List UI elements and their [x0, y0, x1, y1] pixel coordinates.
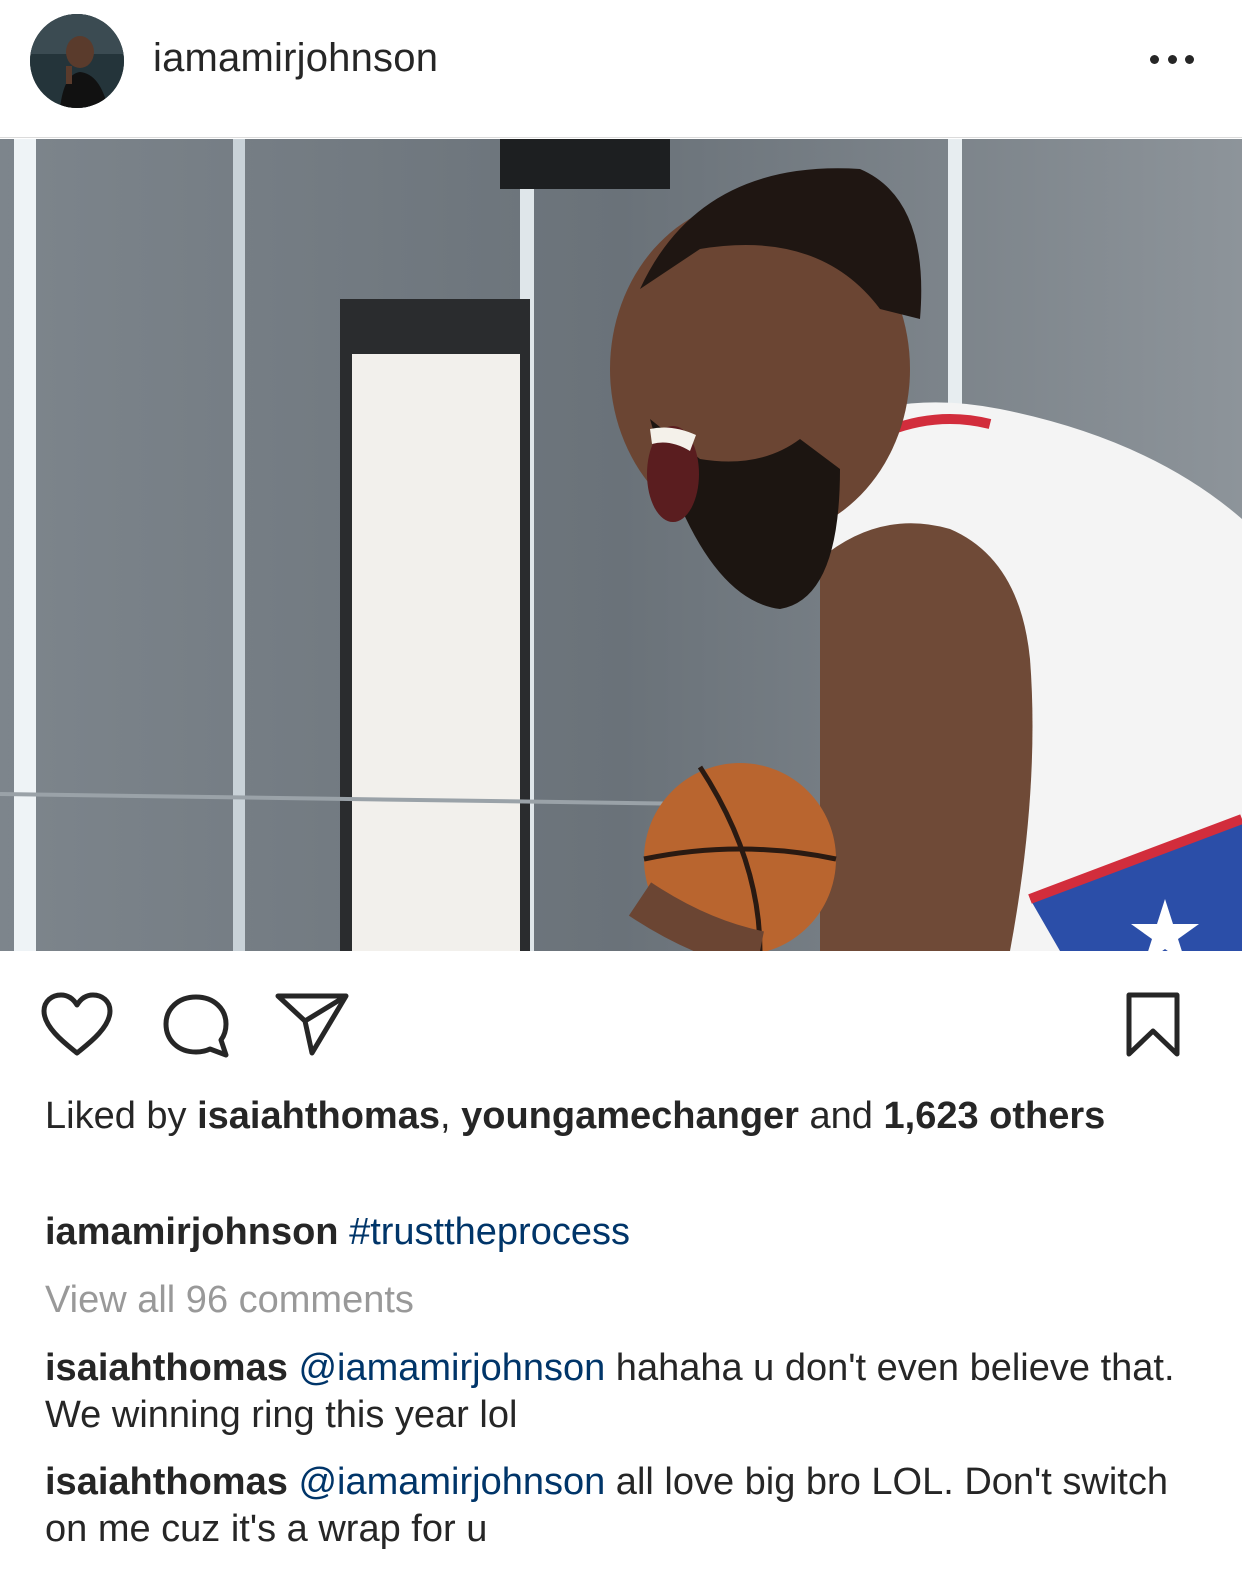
comment-username[interactable]: isaiahthomas: [45, 1347, 288, 1389]
liker-username[interactable]: youngamechanger: [461, 1095, 799, 1137]
heart-icon[interactable]: [40, 991, 114, 1057]
post-username[interactable]: iamamirjohnson: [153, 36, 438, 81]
basketball-player-photo: [0, 139, 1242, 951]
post-caption: iamamirjohnson #trusttheprocess: [45, 1208, 1195, 1256]
avatar-image: [30, 14, 124, 108]
comment-item: isaiahthomas @iamamirjohnson hahaha u do…: [45, 1345, 1205, 1439]
caption-hashtag[interactable]: #trusttheprocess: [349, 1211, 630, 1253]
comment-mention[interactable]: @iamamirjohnson: [298, 1347, 605, 1389]
likes-count[interactable]: 1,623: [884, 1095, 979, 1137]
comment-icon[interactable]: [160, 991, 232, 1061]
bookmark-icon[interactable]: [1124, 991, 1182, 1059]
caption-username[interactable]: iamamirjohnson: [45, 1211, 339, 1253]
more-dot: [1167, 54, 1177, 64]
more-dot: [1185, 54, 1194, 64]
likes-separator: ,: [439, 1095, 462, 1137]
view-all-comments-link[interactable]: View all 96 comments: [45, 1276, 414, 1324]
comment-mention[interactable]: @iamamirjohnson: [298, 1461, 605, 1503]
avatar[interactable]: [30, 14, 124, 108]
post-photo[interactable]: [0, 139, 1242, 951]
likes-summary: Liked by isaiahthomas, youngamechanger a…: [45, 1092, 1195, 1140]
paper-plane-icon[interactable]: [274, 991, 350, 1057]
more-options-button[interactable]: [1150, 44, 1194, 74]
likes-and: and: [798, 1095, 884, 1137]
likes-prefix: Liked by: [45, 1095, 198, 1137]
more-horizontal-icon: [1150, 54, 1159, 64]
liker-username[interactable]: isaiahthomas: [197, 1095, 440, 1137]
post-header: iamamirjohnson: [0, 0, 1242, 138]
action-bar: [0, 951, 1242, 1091]
comment-username[interactable]: isaiahthomas: [45, 1461, 288, 1503]
likes-others[interactable]: others: [979, 1095, 1105, 1137]
comment-item: isaiahthomas @iamamirjohnson all love bi…: [45, 1459, 1205, 1553]
